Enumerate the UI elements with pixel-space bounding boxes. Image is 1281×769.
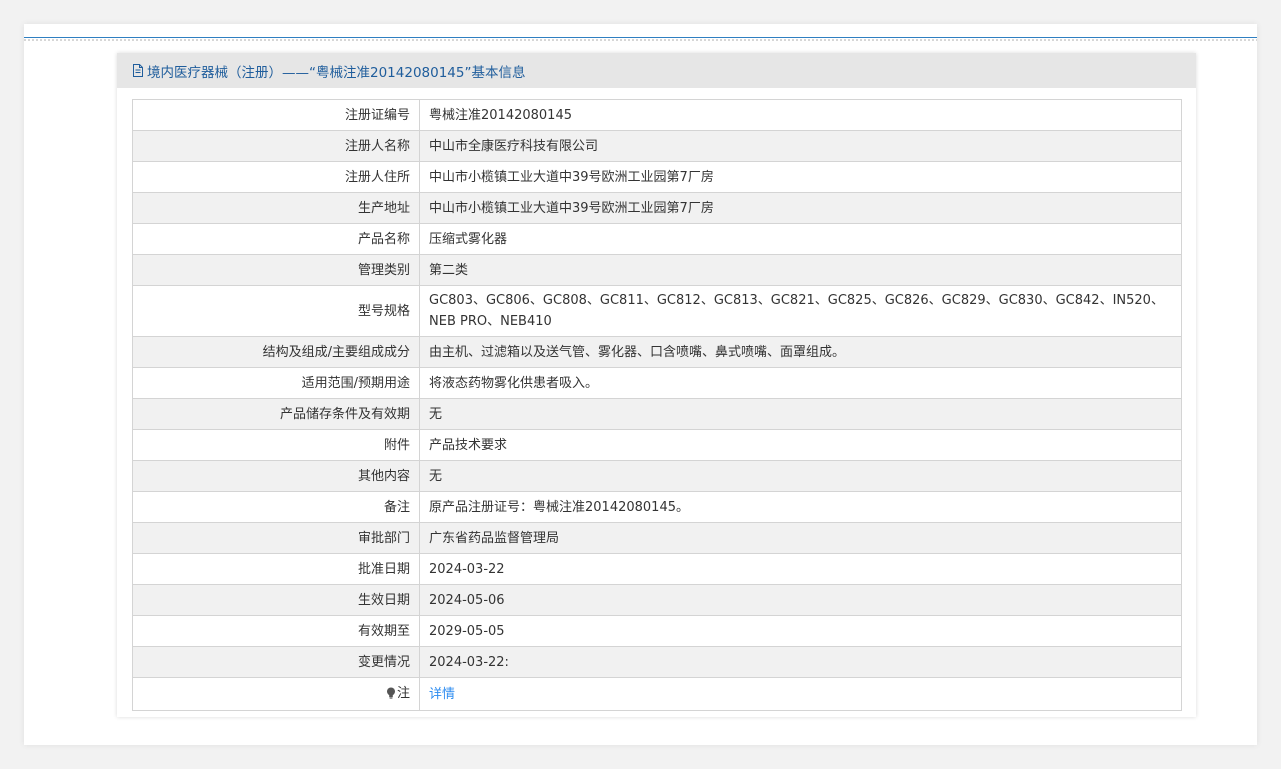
row-label: 附件 <box>132 429 420 461</box>
note-value-cell: 详情 <box>419 677 1182 711</box>
details-link[interactable]: 详情 <box>429 687 455 702</box>
row-value: 广东省药品监督管理局 <box>419 522 1182 554</box>
row-label: 其他内容 <box>132 460 420 492</box>
table-row: 变更情况 2024-03-22: <box>132 646 1182 678</box>
table-row: 产品储存条件及有效期 无 <box>132 398 1182 430</box>
table-row: 注册人名称 中山市全康医疗科技有限公司 <box>132 130 1182 162</box>
page-container: 境内医疗器械（注册）——“粤械注准20142080145”基本信息 注册证编号 … <box>24 24 1257 745</box>
lightbulb-icon <box>386 685 396 706</box>
top-divider-dots <box>24 39 1257 41</box>
table-row: 有效期至 2029-05-05 <box>132 615 1182 647</box>
row-label: 管理类别 <box>132 254 420 286</box>
row-value: GC803、GC806、GC808、GC811、GC812、GC813、GC82… <box>419 285 1182 337</box>
row-label: 生效日期 <box>132 584 420 616</box>
row-label: 变更情况 <box>132 646 420 678</box>
row-value: 压缩式雾化器 <box>419 223 1182 255</box>
table-row: 其他内容 无 <box>132 460 1182 492</box>
table-row: 注册证编号 粤械注准20142080145 <box>132 99 1182 131</box>
row-label: 生产地址 <box>132 192 420 224</box>
table-row: 产品名称 压缩式雾化器 <box>132 223 1182 255</box>
note-label: 注 <box>396 685 410 701</box>
row-value: 无 <box>419 398 1182 430</box>
row-value: 产品技术要求 <box>419 429 1182 461</box>
row-label: 适用范围/预期用途 <box>132 367 420 399</box>
table-row: 审批部门 广东省药品监督管理局 <box>132 522 1182 554</box>
row-value: 第二类 <box>419 254 1182 286</box>
table-row: 生产地址 中山市小榄镇工业大道中39号欧洲工业园第7厂房 <box>132 192 1182 224</box>
row-value: 中山市小榄镇工业大道中39号欧洲工业园第7厂房 <box>419 192 1182 224</box>
panel-header: 境内医疗器械（注册）——“粤械注准20142080145”基本信息 <box>117 53 1196 88</box>
row-value: 中山市小榄镇工业大道中39号欧洲工业园第7厂房 <box>419 161 1182 193</box>
row-label: 审批部门 <box>132 522 420 554</box>
row-value: 2024-05-06 <box>419 584 1182 616</box>
table-row: 批准日期 2024-03-22 <box>132 553 1182 585</box>
info-table: 注册证编号 粤械注准20142080145 注册人名称 中山市全康医疗科技有限公… <box>132 99 1182 711</box>
row-value: 粤械注准20142080145 <box>419 99 1182 131</box>
row-label: 产品储存条件及有效期 <box>132 398 420 430</box>
table-row: 注册人住所 中山市小榄镇工业大道中39号欧洲工业园第7厂房 <box>132 161 1182 193</box>
row-label: 备注 <box>132 491 420 523</box>
row-value: 无 <box>419 460 1182 492</box>
row-label: 产品名称 <box>132 223 420 255</box>
row-label: 注册人名称 <box>132 130 420 162</box>
row-label: 结构及组成/主要组成成分 <box>132 336 420 368</box>
row-label: 有效期至 <box>132 615 420 647</box>
row-label: 批准日期 <box>132 553 420 585</box>
table-row: 生效日期 2024-05-06 <box>132 584 1182 616</box>
row-label: 注册人住所 <box>132 161 420 193</box>
table-row: 备注 原产品注册证号：粤械注准20142080145。 <box>132 491 1182 523</box>
table-row: 管理类别 第二类 <box>132 254 1182 286</box>
table-row: 适用范围/预期用途 将液态药物雾化供患者吸入。 <box>132 367 1182 399</box>
row-value: 2024-03-22: <box>419 646 1182 678</box>
note-label-cell: 注 <box>132 677 420 711</box>
page-title: 境内医疗器械（注册）——“粤械注准20142080145”基本信息 <box>147 64 526 81</box>
row-label: 注册证编号 <box>132 99 420 131</box>
row-value: 2029-05-05 <box>419 615 1182 647</box>
row-value: 2024-03-22 <box>419 553 1182 585</box>
row-value: 将液态药物雾化供患者吸入。 <box>419 367 1182 399</box>
row-label: 型号规格 <box>132 285 420 337</box>
table-row: 附件 产品技术要求 <box>132 429 1182 461</box>
row-value: 由主机、过滤箱以及送气管、雾化器、口含喷嘴、鼻式喷嘴、面罩组成。 <box>419 336 1182 368</box>
table-row: 型号规格 GC803、GC806、GC808、GC811、GC812、GC813… <box>132 285 1182 337</box>
info-panel: 境内医疗器械（注册）——“粤械注准20142080145”基本信息 注册证编号 … <box>117 53 1196 717</box>
table-row: 结构及组成/主要组成成分 由主机、过滤箱以及送气管、雾化器、口含喷嘴、鼻式喷嘴、… <box>132 336 1182 368</box>
row-value: 原产品注册证号：粤械注准20142080145。 <box>419 491 1182 523</box>
top-divider <box>24 37 1257 38</box>
row-value: 中山市全康医疗科技有限公司 <box>419 130 1182 162</box>
document-icon <box>132 64 144 77</box>
note-row: 注 详情 <box>132 677 1182 711</box>
